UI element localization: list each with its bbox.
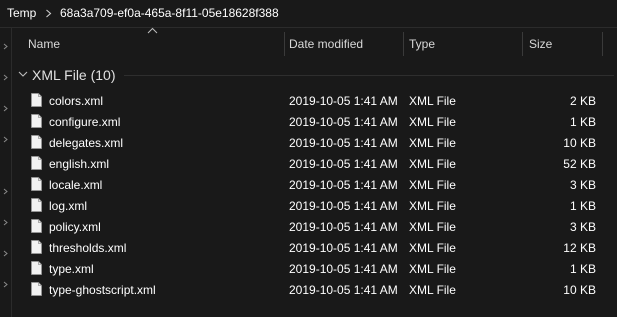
chevron-right-icon[interactable]: [44, 9, 53, 18]
file-date-modified: 2019-10-05 1:41 AM: [289, 199, 398, 213]
file-size: 12 KB: [563, 241, 596, 255]
file-row[interactable]: thresholds.xml 2019-10-05 1:41 AM XML Fi…: [12, 237, 617, 258]
xml-file-icon: [31, 177, 42, 191]
file-date-modified: 2019-10-05 1:41 AM: [289, 115, 398, 129]
xml-file-icon: [31, 240, 42, 254]
file-name: policy.xml: [49, 220, 101, 234]
column-divider[interactable]: [522, 32, 523, 56]
file-date-modified: 2019-10-05 1:41 AM: [289, 94, 398, 108]
file-type: XML File: [409, 283, 456, 297]
file-type: XML File: [409, 199, 456, 213]
file-row[interactable]: log.xml 2019-10-05 1:41 AM XML File 1 KB: [12, 195, 617, 216]
file-type: XML File: [409, 115, 456, 129]
file-name: configure.xml: [49, 115, 121, 129]
xml-file-icon: [31, 114, 42, 128]
breadcrumb-item-temp[interactable]: Temp: [7, 6, 36, 20]
xml-file-icon: [31, 261, 42, 275]
column-header-name[interactable]: Name: [28, 37, 60, 51]
group-divider-line: [124, 75, 614, 76]
breadcrumb-item-current-folder[interactable]: 68a3a709-ef0a-465a-8f11-05e18628f388: [60, 6, 279, 20]
file-row[interactable]: colors.xml 2019-10-05 1:41 AM XML File 2…: [12, 90, 617, 111]
file-size: 1 KB: [569, 262, 596, 276]
file-type: XML File: [409, 262, 456, 276]
xml-file-icon: [31, 93, 42, 107]
column-header-type[interactable]: Type: [409, 37, 435, 51]
expand-arrow-icon[interactable]: [2, 105, 9, 112]
file-name: log.xml: [49, 199, 88, 213]
file-type: XML File: [409, 241, 456, 255]
file-date-modified: 2019-10-05 1:41 AM: [289, 241, 398, 255]
file-explorer-window: Temp 68a3a709-ef0a-465a-8f11-05e18628f38…: [0, 0, 617, 317]
file-size: 52 KB: [563, 157, 596, 171]
file-row[interactable]: type.xml 2019-10-05 1:41 AM XML File 1 K…: [12, 258, 617, 279]
file-row[interactable]: type-ghostscript.xml 2019-10-05 1:41 AM …: [12, 279, 617, 300]
file-date-modified: 2019-10-05 1:41 AM: [289, 157, 398, 171]
expand-arrow-icon[interactable]: [2, 250, 9, 257]
file-type: XML File: [409, 136, 456, 150]
expand-arrow-icon[interactable]: [2, 188, 9, 195]
group-label: XML File (10): [32, 67, 116, 83]
group-header-xml-file[interactable]: XML File (10): [12, 64, 617, 86]
file-date-modified: 2019-10-05 1:41 AM: [289, 262, 398, 276]
file-size: 1 KB: [569, 199, 596, 213]
file-name: colors.xml: [49, 94, 104, 108]
file-date-modified: 2019-10-05 1:41 AM: [289, 283, 398, 297]
file-size: 10 KB: [563, 283, 596, 297]
file-name: thresholds.xml: [49, 241, 127, 255]
column-divider[interactable]: [284, 32, 285, 56]
file-date-modified: 2019-10-05 1:41 AM: [289, 220, 398, 234]
file-size: 2 KB: [569, 94, 596, 108]
file-name: english.xml: [49, 157, 110, 171]
file-row[interactable]: locale.xml 2019-10-05 1:41 AM XML File 3…: [12, 174, 617, 195]
column-header-row: Name Date modified Type Size: [12, 27, 617, 60]
sort-ascending-icon: [147, 27, 158, 34]
file-type: XML File: [409, 178, 456, 192]
file-size: 3 KB: [569, 178, 596, 192]
file-name: type.xml: [49, 262, 94, 276]
file-type: XML File: [409, 94, 456, 108]
column-header-size[interactable]: Size: [529, 37, 552, 51]
file-name: type-ghostscript.xml: [49, 283, 156, 297]
file-name: locale.xml: [49, 178, 103, 192]
navigation-pane[interactable]: [0, 28, 12, 317]
file-row[interactable]: policy.xml 2019-10-05 1:41 AM XML File 3…: [12, 216, 617, 237]
xml-file-icon: [31, 219, 42, 233]
expand-arrow-icon[interactable]: [2, 281, 9, 288]
expand-arrow-icon[interactable]: [2, 74, 9, 81]
file-size: 1 KB: [569, 115, 596, 129]
file-date-modified: 2019-10-05 1:41 AM: [289, 178, 398, 192]
file-size: 3 KB: [569, 220, 596, 234]
file-date-modified: 2019-10-05 1:41 AM: [289, 136, 398, 150]
xml-file-icon: [31, 135, 42, 149]
expand-arrow-icon[interactable]: [2, 136, 9, 143]
chevron-down-icon[interactable]: [18, 69, 28, 79]
file-type: XML File: [409, 157, 456, 171]
xml-file-icon: [31, 198, 42, 212]
breadcrumb: Temp 68a3a709-ef0a-465a-8f11-05e18628f38…: [0, 0, 617, 28]
file-name: delegates.xml: [49, 136, 124, 150]
column-divider[interactable]: [403, 32, 404, 56]
file-type: XML File: [409, 220, 456, 234]
expand-arrow-icon[interactable]: [2, 219, 9, 226]
file-row[interactable]: delegates.xml 2019-10-05 1:41 AM XML Fil…: [12, 132, 617, 153]
file-list: colors.xml 2019-10-05 1:41 AM XML File 2…: [12, 90, 617, 300]
xml-file-icon: [31, 156, 42, 170]
xml-file-icon: [31, 282, 42, 296]
column-divider[interactable]: [602, 32, 603, 56]
file-row[interactable]: configure.xml 2019-10-05 1:41 AM XML Fil…: [12, 111, 617, 132]
column-header-date-modified[interactable]: Date modified: [289, 37, 363, 51]
file-row[interactable]: english.xml 2019-10-05 1:41 AM XML File …: [12, 153, 617, 174]
expand-arrow-icon[interactable]: [2, 43, 9, 50]
file-size: 10 KB: [563, 136, 596, 150]
